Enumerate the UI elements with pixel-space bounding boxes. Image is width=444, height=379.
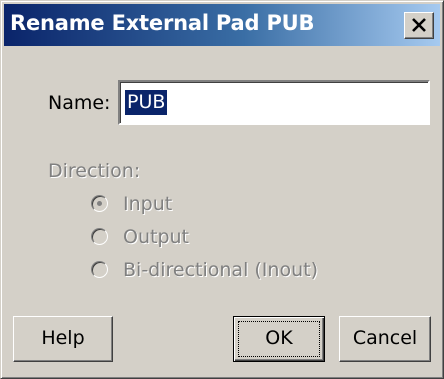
dialog-title: Rename External Pad PUB [10,11,315,35]
direction-option-inout-label: Bi-directional (Inout) [123,259,318,281]
radio-button-icon[interactable] [91,261,108,278]
cancel-button-label: Cancel [352,327,418,349]
help-button[interactable]: Help [13,316,113,362]
direction-option-output-label: Output [123,226,189,248]
help-button-label: Help [41,327,85,349]
name-input-value: PUB [125,90,168,115]
close-button[interactable] [404,12,434,39]
rename-external-pad-dialog: Rename External Pad PUB Name: PUB Direct… [0,0,444,379]
name-input[interactable]: PUB [118,80,430,125]
ok-button-label: OK [265,327,293,349]
close-icon [412,18,426,32]
radio-selected-dot [97,201,102,206]
title-bar[interactable]: Rename External Pad PUB [4,4,440,46]
name-label: Name: [48,92,111,114]
ok-button[interactable]: OK [233,316,325,362]
direction-option-input-label: Input [123,193,173,215]
cancel-button[interactable]: Cancel [339,316,431,362]
direction-label: Direction: [48,160,141,182]
radio-button-icon[interactable] [91,195,108,212]
radio-button-icon[interactable] [91,228,108,245]
